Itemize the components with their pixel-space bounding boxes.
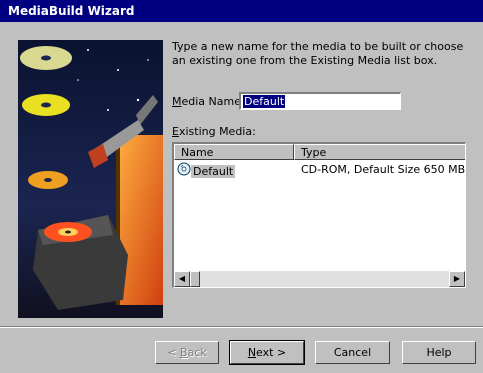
media-item-type: CD-ROM, Default Size 650 MBytes — [301, 163, 466, 176]
horizontal-scrollbar[interactable]: ◀ ▶ — [174, 271, 465, 287]
help-button[interactable]: Help — [402, 341, 476, 364]
column-header-name[interactable]: Name — [174, 144, 294, 160]
window-title: MediaBuild Wizard — [0, 0, 483, 22]
existing-media-label: Existing Media: — [172, 125, 256, 138]
instructions-text: Type a new name for the media to be buil… — [172, 40, 464, 67]
scroll-left-arrow-icon[interactable]: ◀ — [174, 271, 190, 287]
media-name-label: Media Name: — [172, 95, 245, 108]
column-header-type[interactable]: Type — [294, 144, 465, 160]
media-item-name: Default — [176, 162, 236, 181]
wizard-window: MediaBuild Wizard Type a new name for th… — [0, 0, 483, 373]
next-button[interactable]: Next > — [229, 340, 305, 365]
media-name-input[interactable]: Default — [239, 92, 401, 110]
media-name-value: Default — [243, 95, 286, 108]
list-item[interactable]: Default CD-ROM, Default Size 650 MBytes — [176, 162, 466, 181]
scroll-thumb[interactable] — [190, 271, 200, 287]
existing-media-list[interactable]: Name Type Default CD-ROM, Default Size 6… — [172, 142, 466, 288]
cancel-button[interactable]: Cancel — [315, 341, 390, 364]
button-separator — [0, 326, 483, 328]
scroll-right-arrow-icon[interactable]: ▶ — [449, 271, 465, 287]
wizard-illustration — [18, 40, 163, 318]
back-button[interactable]: < Back — [155, 341, 219, 364]
cd-media-icon — [177, 162, 191, 181]
